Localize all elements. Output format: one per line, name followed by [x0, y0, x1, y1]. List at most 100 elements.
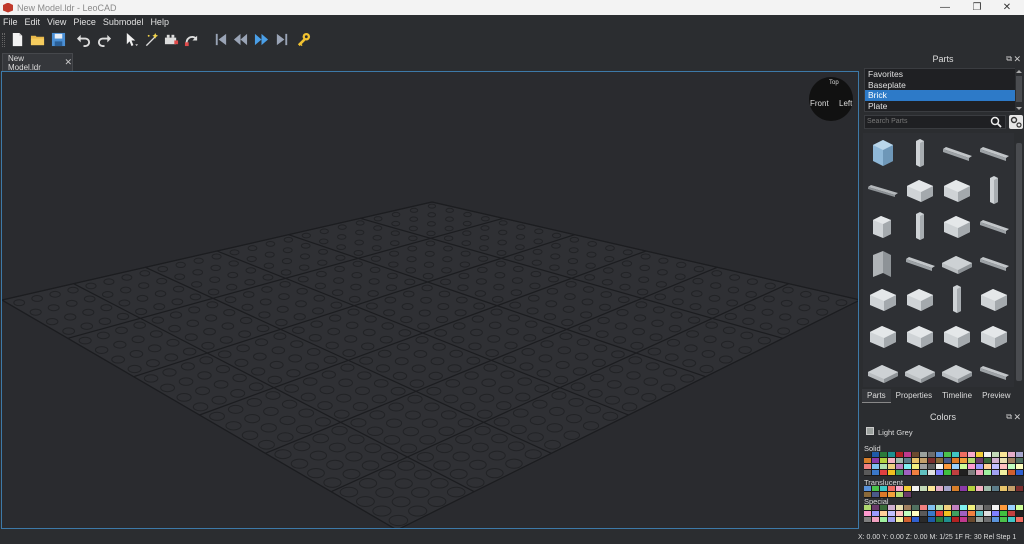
part-thumbnail[interactable] [865, 281, 901, 317]
color-swatch[interactable] [880, 470, 888, 476]
color-swatch[interactable] [904, 492, 912, 498]
part-thumbnail[interactable] [939, 208, 975, 244]
color-swatch[interactable] [968, 486, 976, 492]
part-thumbnail[interactable] [865, 354, 901, 387]
menu-submodel[interactable]: Submodel [103, 17, 144, 27]
color-swatch[interactable] [968, 470, 976, 476]
color-swatch[interactable] [1000, 470, 1008, 476]
tab-properties[interactable]: Properties [891, 389, 937, 403]
undo-icon[interactable] [76, 32, 91, 47]
color-swatch[interactable] [1016, 470, 1024, 476]
search-options-button[interactable] [1009, 115, 1023, 129]
magic-wand-icon[interactable] [144, 32, 159, 47]
tab-parts[interactable]: Parts [862, 389, 891, 403]
select-tool-icon[interactable] [124, 32, 139, 47]
category-scrollbar[interactable] [1015, 68, 1023, 112]
color-swatch[interactable] [992, 517, 1000, 523]
color-swatch[interactable] [1000, 517, 1008, 523]
tab-timeline[interactable]: Timeline [937, 389, 977, 403]
color-swatch[interactable] [864, 517, 872, 523]
color-swatch[interactable] [1016, 517, 1024, 523]
part-thumbnail[interactable] [902, 135, 938, 171]
color-swatch[interactable] [888, 492, 896, 498]
color-swatch[interactable] [968, 517, 976, 523]
color-swatch[interactable] [1008, 470, 1016, 476]
color-swatch[interactable] [936, 470, 944, 476]
float-panel-icon[interactable]: ⧉ [1006, 410, 1012, 424]
open-folder-icon[interactable] [30, 32, 45, 47]
rotate-tool-icon[interactable] [184, 32, 199, 47]
part-thumbnail[interactable] [902, 354, 938, 387]
category-brick[interactable]: Brick [865, 90, 1015, 101]
color-swatch[interactable] [912, 486, 920, 492]
menu-help[interactable]: Help [150, 17, 169, 27]
color-swatch[interactable] [952, 486, 960, 492]
color-swatch[interactable] [928, 470, 936, 476]
part-thumbnail[interactable] [976, 281, 1012, 317]
tab-new-model[interactable]: New Model.ldr ✕ [2, 53, 73, 72]
part-thumbnail[interactable] [939, 135, 975, 171]
part-thumbnail[interactable] [902, 281, 938, 317]
color-swatch[interactable] [960, 486, 968, 492]
close-panel-icon[interactable]: ✕ [1013, 410, 1021, 424]
color-swatch[interactable] [920, 486, 928, 492]
color-swatch[interactable] [928, 486, 936, 492]
menu-view[interactable]: View [47, 17, 66, 27]
insert-tool-icon[interactable] [164, 32, 179, 47]
part-thumbnail[interactable] [865, 135, 901, 171]
part-thumbnail[interactable] [939, 245, 975, 281]
color-swatch[interactable] [888, 517, 896, 523]
menu-piece[interactable]: Piece [73, 17, 96, 27]
part-thumbnail[interactable] [902, 318, 938, 354]
minimize-button[interactable]: — [928, 0, 962, 15]
tab-preview[interactable]: Preview [977, 389, 1015, 403]
color-swatch[interactable] [880, 517, 888, 523]
color-swatch[interactable] [944, 470, 952, 476]
next-step-icon[interactable] [254, 32, 269, 47]
color-swatch[interactable] [960, 517, 968, 523]
maximize-button[interactable]: ❐ [960, 0, 994, 15]
color-swatch[interactable] [936, 486, 944, 492]
search-parts-input[interactable]: Search Parts [864, 115, 1006, 129]
key-icon[interactable] [296, 32, 311, 47]
color-swatch[interactable] [896, 517, 904, 523]
color-swatch[interactable] [1000, 486, 1008, 492]
close-tab-icon[interactable]: ✕ [64, 57, 72, 68]
close-window-button[interactable]: ✕ [990, 0, 1024, 15]
color-swatch[interactable] [952, 470, 960, 476]
color-swatch[interactable] [976, 470, 984, 476]
color-swatch[interactable] [912, 470, 920, 476]
color-swatch[interactable] [952, 517, 960, 523]
color-swatch[interactable] [928, 517, 936, 523]
parts-scrollbar[interactable] [1015, 133, 1023, 387]
color-swatch[interactable] [936, 517, 944, 523]
menu-file[interactable]: File [3, 17, 18, 27]
search-icon[interactable] [990, 116, 1002, 128]
color-swatch[interactable] [896, 470, 904, 476]
part-thumbnail[interactable] [976, 172, 1012, 208]
color-swatch[interactable] [904, 517, 912, 523]
color-swatch[interactable] [944, 517, 952, 523]
color-swatch[interactable] [992, 470, 1000, 476]
color-swatch[interactable] [944, 486, 952, 492]
float-panel-icon[interactable]: ⧉ [1006, 52, 1012, 66]
color-swatch[interactable] [920, 517, 928, 523]
part-thumbnail[interactable] [902, 172, 938, 208]
color-swatch[interactable] [864, 470, 872, 476]
part-thumbnail[interactable] [865, 172, 901, 208]
color-swatch[interactable] [1008, 486, 1016, 492]
previous-step-icon[interactable] [233, 32, 248, 47]
color-swatch[interactable] [1008, 517, 1016, 523]
view-sphere[interactable]: Top Front Left [809, 77, 853, 121]
color-swatch[interactable] [1016, 486, 1024, 492]
part-thumbnail[interactable] [939, 172, 975, 208]
color-swatch[interactable] [976, 486, 984, 492]
redo-icon[interactable] [97, 32, 112, 47]
part-thumbnail[interactable] [939, 281, 975, 317]
part-thumbnail[interactable] [939, 354, 975, 387]
category-favorites[interactable]: Favorites [865, 69, 1015, 80]
color-swatch[interactable] [912, 517, 920, 523]
menu-edit[interactable]: Edit [25, 17, 41, 27]
part-thumbnail[interactable] [976, 354, 1012, 387]
part-thumbnail[interactable] [976, 318, 1012, 354]
